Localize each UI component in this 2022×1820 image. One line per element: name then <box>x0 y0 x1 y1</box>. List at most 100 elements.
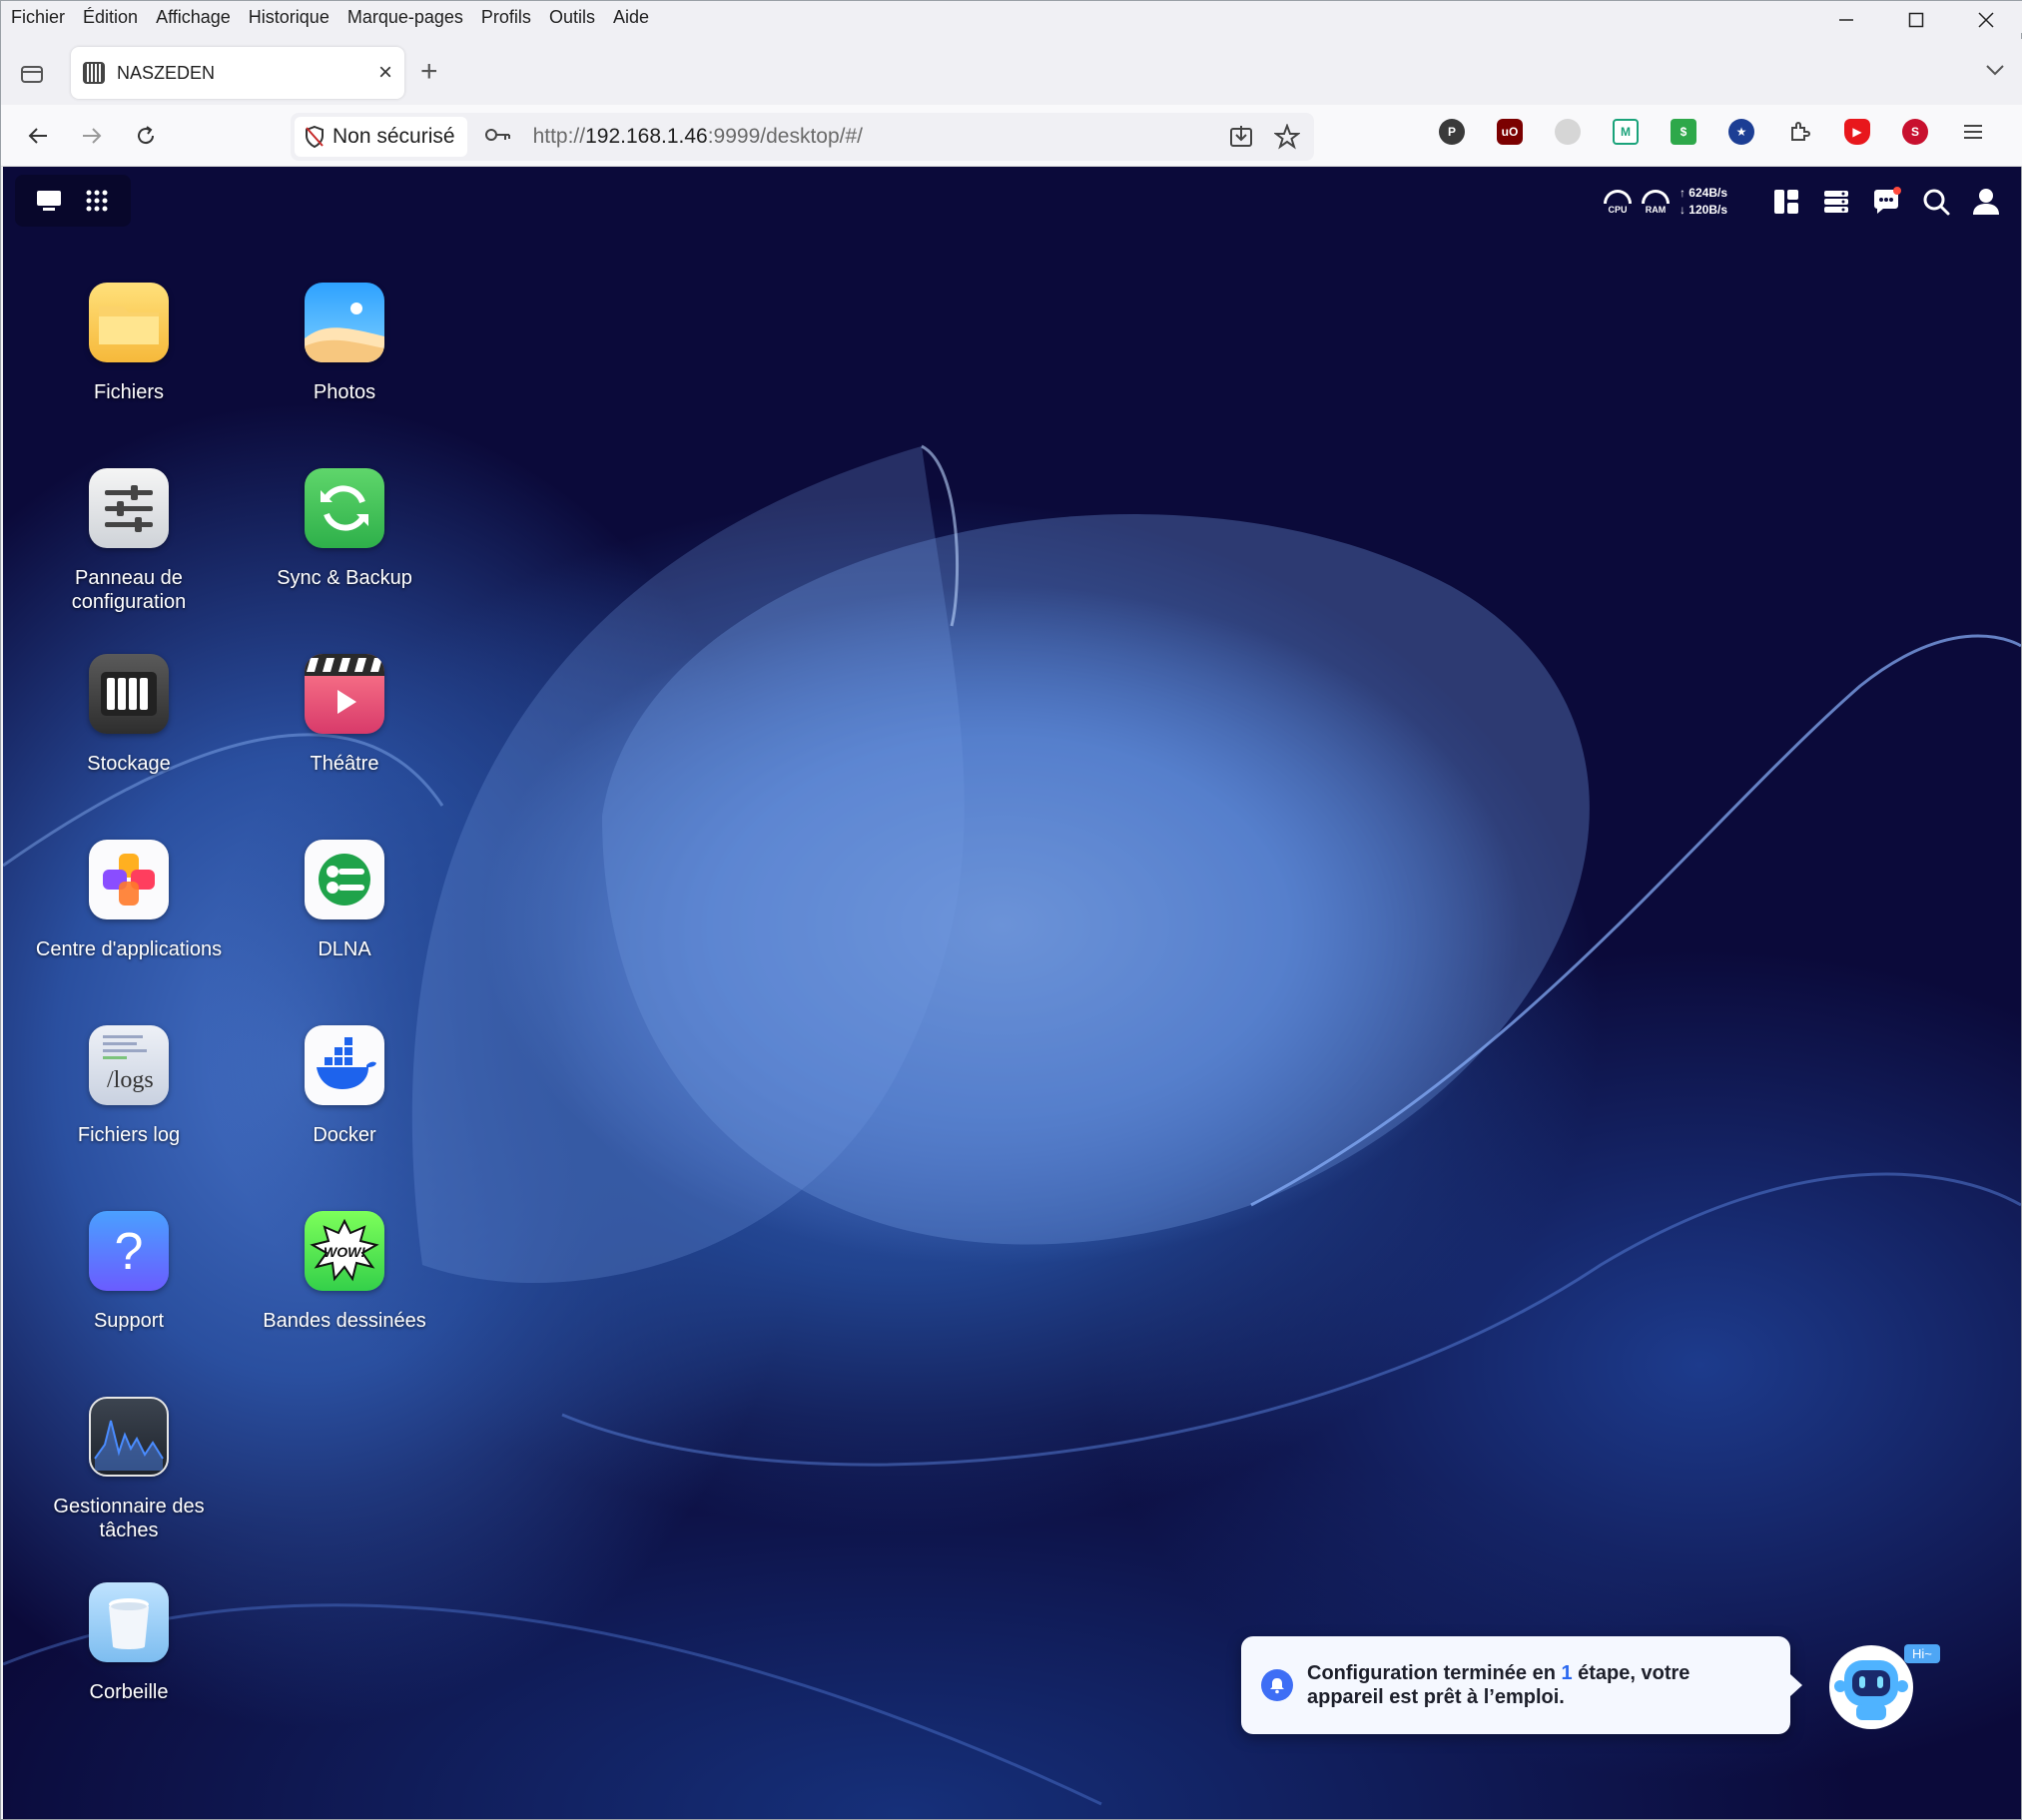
app-gestionnaire-des-taches[interactable]: Gestionnaire des tâches <box>29 1397 229 1542</box>
cpu-label: CPU <box>1608 204 1628 215</box>
close-tab-icon[interactable]: × <box>378 59 392 87</box>
cpu-gauge[interactable]: CPU <box>1603 189 1632 215</box>
menu-edition[interactable]: Édition <box>83 7 138 28</box>
tab-list-button[interactable] <box>17 59 47 89</box>
settings-sliders-icon <box>89 468 169 548</box>
assistant-badge: Hi~ <box>1904 1644 1940 1663</box>
save-page-icon[interactable] <box>1228 124 1254 150</box>
menu-outils[interactable]: Outils <box>549 7 595 28</box>
cpu-gauge-icon <box>1603 189 1632 204</box>
app-dlna[interactable]: DLNA <box>245 840 444 961</box>
logs-icon-text: /logs <box>107 1067 154 1093</box>
back-button[interactable] <box>21 119 55 153</box>
extension-icon[interactable]: S <box>1902 119 1928 145</box>
security-label: Non sécurisé <box>333 125 455 148</box>
show-desktop-icon[interactable] <box>36 190 62 212</box>
network-speed[interactable]: ↑ 624B/s ↓ 120B/s <box>1680 185 1727 219</box>
app-corbeille[interactable]: Corbeille <box>29 1582 229 1704</box>
chevron-down-icon[interactable] <box>1985 57 2005 83</box>
extension-icon[interactable]: M <box>1613 119 1639 145</box>
maximize-button[interactable] <box>1881 1 1951 39</box>
app-docker[interactable]: Docker <box>245 1025 444 1147</box>
app-centre-d-applications[interactable]: Centre d'applications <box>29 840 229 961</box>
app-sync-backup[interactable]: Sync & Backup <box>245 468 444 590</box>
extension-icon[interactable] <box>1555 119 1581 145</box>
tab-naszeden[interactable]: NASZEDEN × <box>71 47 404 99</box>
minimize-icon <box>1839 19 1853 21</box>
app-label: Théâtre <box>310 753 379 775</box>
extension-icon[interactable]: $ <box>1671 119 1696 145</box>
trash-icon <box>89 1582 169 1662</box>
app-photos[interactable]: Photos <box>245 283 444 404</box>
download-speed: ↓ 120B/s <box>1679 203 1727 217</box>
folder-icon <box>89 283 169 362</box>
url-text[interactable]: http://192.168.1.46:9999/desktop/#/ <box>533 125 1228 149</box>
security-indicator[interactable]: Non sécurisé <box>295 117 467 157</box>
menu-marque-pages[interactable]: Marque-pages <box>347 7 463 28</box>
app-bandes-dessinees[interactable]: WOW! Bandes dessinées <box>245 1211 444 1333</box>
app-label: Support <box>93 1310 165 1332</box>
app-fichiers-log[interactable]: /logs Fichiers log <box>29 1025 229 1147</box>
setup-notification[interactable]: Configuration terminée en 1 étape, votre… <box>1241 1636 1802 1734</box>
app-stockage[interactable]: Stockage <box>29 654 229 776</box>
address-bar[interactable]: Non sécurisé http://192.168.1.46:9999/de… <box>291 113 1314 161</box>
nas-desktop: CPU RAM ↑ 624B/s ↓ 120B/s Fichiers Photo… <box>3 167 2021 1819</box>
app-label: Fichiers <box>93 381 164 403</box>
app-panneau-de-configuration[interactable]: Panneau de configuration <box>29 468 229 614</box>
new-tab-button[interactable]: + <box>420 55 438 89</box>
maximize-icon <box>1908 12 1924 28</box>
url-host: 192.168.1.46 <box>585 125 708 148</box>
docker-icon <box>305 1025 384 1105</box>
forward-button[interactable] <box>75 119 109 153</box>
url-path: :9999/desktop/#/ <box>707 125 864 148</box>
extension-icon[interactable]: ★ <box>1728 119 1754 145</box>
app-support[interactable]: ? Support <box>29 1211 229 1333</box>
task-list-icon[interactable] <box>1821 187 1851 217</box>
app-fichiers[interactable]: Fichiers <box>29 283 229 404</box>
minimize-button[interactable] <box>1811 1 1881 39</box>
ram-label: RAM <box>1645 204 1667 215</box>
star-bookmark-icon[interactable] <box>1274 124 1300 150</box>
tab-title: NASZEDEN <box>117 62 216 83</box>
menu-profils[interactable]: Profils <box>481 7 531 28</box>
clapper-icon <box>305 654 384 734</box>
menu-affichage[interactable]: Affichage <box>156 7 231 28</box>
reload-button[interactable] <box>129 119 163 153</box>
topbar-right-group: CPU RAM ↑ 624B/s ↓ 120B/s <box>1603 185 2001 219</box>
site-favicon-icon <box>83 62 105 84</box>
app-label: Photos <box>313 381 376 403</box>
arrow-right-icon <box>83 128 102 144</box>
dlna-icon <box>305 840 384 919</box>
notification-text-start: Configuration terminée en <box>1307 1662 1562 1684</box>
sync-icon <box>305 468 384 548</box>
upload-speed: ↑ 624B/s <box>1679 186 1727 200</box>
navigation-toolbar: Non sécurisé http://192.168.1.46:9999/de… <box>1 105 2022 167</box>
menu-fichier[interactable]: Fichier <box>11 7 65 28</box>
ublock-icon[interactable]: uO <box>1497 119 1523 145</box>
comics-icon-text: WOW! <box>324 1244 365 1260</box>
close-icon <box>1978 12 1994 28</box>
puzzle-icon[interactable] <box>1786 119 1812 145</box>
app-launcher-grid-icon[interactable] <box>84 188 110 214</box>
app-label: Sync & Backup <box>277 567 412 589</box>
url-prefix: http:// <box>532 125 586 148</box>
photos-icon <box>305 283 384 362</box>
widgets-icon[interactable] <box>1771 187 1801 217</box>
menu-historique[interactable]: Historique <box>249 7 330 28</box>
search-icon[interactable] <box>1921 187 1951 217</box>
menu-icon[interactable] <box>1960 119 1986 145</box>
logs-icon: /logs <box>89 1025 169 1105</box>
app-theatre[interactable]: Théâtre <box>245 654 444 776</box>
app-label: Gestionnaire des tâches <box>53 1496 205 1541</box>
storage-icon <box>89 654 169 734</box>
messages-icon[interactable] <box>1871 187 1901 217</box>
shield-icon[interactable]: ▶ <box>1844 119 1870 145</box>
key-icon[interactable] <box>484 126 511 149</box>
user-account-icon[interactable] <box>1971 187 2001 217</box>
close-window-button[interactable] <box>1951 1 2021 39</box>
assistant-robot-icon[interactable] <box>1826 1642 1916 1732</box>
menu-aide[interactable]: Aide <box>613 7 649 28</box>
proton-pass-icon[interactable]: P <box>1439 119 1465 145</box>
ram-gauge[interactable]: RAM <box>1641 189 1670 215</box>
nas-topbar: CPU RAM ↑ 624B/s ↓ 120B/s <box>3 167 2021 237</box>
